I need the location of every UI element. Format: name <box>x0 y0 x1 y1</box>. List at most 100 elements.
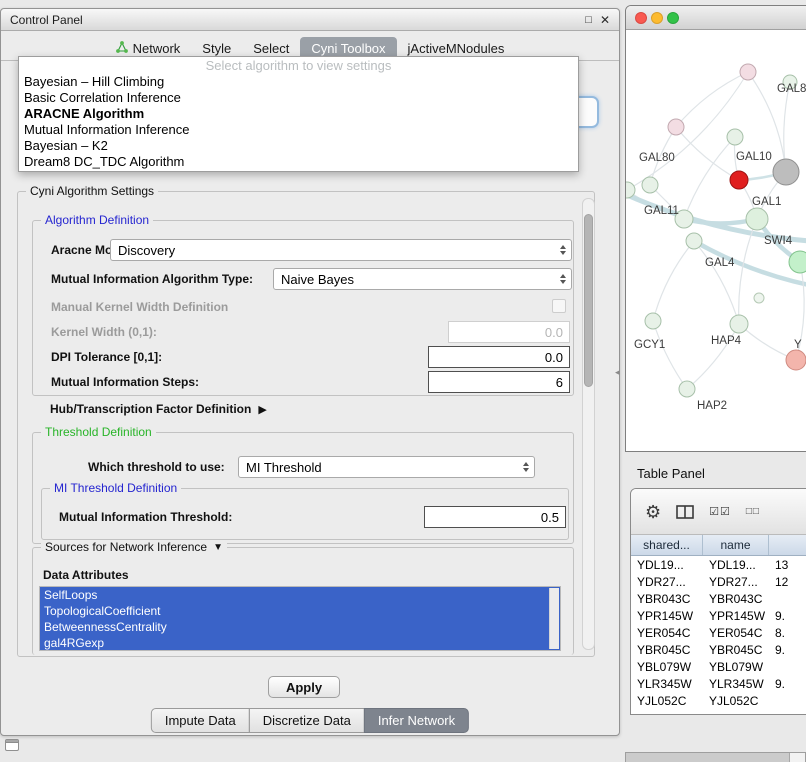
table-header-row: shared...name <box>631 535 806 556</box>
data-attribute-item[interactable]: SelfLoops <box>40 587 560 603</box>
close-window-icon[interactable]: ✕ <box>600 13 610 27</box>
settings-group-title: Cyni Algorithm Settings <box>26 184 158 198</box>
data-attribute-item[interactable]: gal4RGexp <box>40 635 560 651</box>
table-row[interactable]: YJL052CYJL052C <box>631 692 806 709</box>
table-row[interactable]: YBL079WYBL079W <box>631 658 806 675</box>
algorithm-option-mutual-information-inference[interactable]: Mutual Information Inference <box>19 122 578 138</box>
network-node[interactable] <box>668 119 684 135</box>
network-node[interactable] <box>746 208 768 230</box>
table-row[interactable]: YDR27...YDR27...12 <box>631 573 806 590</box>
table-cell: 13 <box>769 558 806 572</box>
dropdown-placeholder: Select algorithm to view settings <box>19 58 578 74</box>
expand-collapsed-icon[interactable]: ▶ <box>258 403 266 416</box>
network-node[interactable] <box>679 381 695 397</box>
mi-steps-label: Mutual Information Steps: <box>51 375 199 389</box>
table-row[interactable]: YLR345WYLR345W9. <box>631 675 806 692</box>
restore-panel-icon[interactable] <box>5 739 19 751</box>
table-cell: 9. <box>769 643 806 657</box>
network-node-label: GCY1 <box>634 339 665 351</box>
dpi-tolerance-label: DPI Tolerance [0,1]: <box>51 350 162 364</box>
network-node[interactable] <box>754 293 764 303</box>
algorithm-option-aracne-algorithm[interactable]: ARACNE Algorithm <box>19 106 578 122</box>
kernel-width-field[interactable]: 0.0 <box>448 321 570 343</box>
table-row[interactable]: YPR145WYPR145W9. <box>631 607 806 624</box>
network-node[interactable] <box>773 159 799 185</box>
list-scrollbar[interactable] <box>549 588 559 649</box>
cyni-algorithm-settings-group: Cyni Algorithm Settings Algorithm Defini… <box>17 191 595 657</box>
float-window-icon[interactable]: □ <box>585 14 592 26</box>
table-row[interactable]: YBR043CYBR043C <box>631 590 806 607</box>
table-row[interactable]: YDL19...YDL19...13 <box>631 556 806 573</box>
network-node-label: GAL1 <box>752 196 781 208</box>
mi-threshold-field[interactable]: 0.5 <box>424 506 566 528</box>
table-cell: YDL19... <box>703 558 769 572</box>
network-node[interactable] <box>645 313 661 329</box>
tab-label: Cyni Toolbox <box>311 41 385 56</box>
network-node[interactable] <box>730 315 748 333</box>
network-node[interactable] <box>730 171 748 189</box>
mi-algorithm-type-select[interactable]: Naive Bayes <box>273 268 572 290</box>
network-node[interactable] <box>786 350 806 370</box>
table-cell: YLR345W <box>703 677 769 691</box>
network-node[interactable] <box>686 233 702 249</box>
which-threshold-select[interactable]: MI Threshold <box>238 456 535 478</box>
algorithm-option-basic-correlation-inference[interactable]: Basic Correlation Inference <box>19 90 578 106</box>
hub-definition-label: Hub/Transcription Factor Definition <box>50 402 251 416</box>
data-attribute-item[interactable]: TopologicalCoefficient <box>40 603 560 619</box>
mi-threshold-group: MI Threshold Definition Mutual Informati… <box>41 488 569 540</box>
window-title: Control Panel <box>10 13 83 27</box>
mi-threshold-value: 0.5 <box>541 510 559 525</box>
network-edge <box>653 241 694 321</box>
table-cell: YER054C <box>631 626 703 640</box>
mi-steps-field[interactable]: 6 <box>428 371 570 393</box>
table-cell: YDR27... <box>631 575 703 589</box>
column-header-shared[interactable]: shared... <box>631 535 703 555</box>
network-node-label: GAL8 <box>777 83 806 95</box>
settings-scrollbar-thumb[interactable] <box>584 214 593 387</box>
gear-icon[interactable]: ⚙ <box>645 503 661 521</box>
bottom-tab-infer-network[interactable]: Infer Network <box>364 708 469 733</box>
algorithm-option-bayesian-k2[interactable]: Bayesian – K2 <box>19 138 578 154</box>
network-canvas[interactable]: GAL80GAL10GAL11GAL1SWI4GAL4GCY1HAP4HAP2G… <box>626 30 806 452</box>
column-header-extra[interactable] <box>769 535 806 555</box>
network-node[interactable] <box>727 129 743 145</box>
tab-label: Style <box>202 41 231 56</box>
network-node[interactable] <box>642 177 658 193</box>
network-graph: GAL80GAL10GAL11GAL1SWI4GAL4GCY1HAP4HAP2G… <box>626 30 806 452</box>
tab-label: Select <box>253 41 289 56</box>
settings-scrollbar[interactable] <box>582 198 595 650</box>
hide-columns-icon[interactable]: □□ <box>746 506 760 517</box>
zoom-traffic-icon[interactable] <box>667 12 679 24</box>
column-header-name[interactable]: name <box>703 535 769 555</box>
network-edge <box>784 82 790 172</box>
aracne-mode-select[interactable]: Discovery <box>110 239 572 261</box>
bottom-tab-discretize-data[interactable]: Discretize Data <box>249 708 365 733</box>
algorithm-option-dream8-dc-tdc-algorithm[interactable]: Dream8 DC_TDC Algorithm <box>19 154 578 170</box>
network-node-label: HAP2 <box>697 400 727 412</box>
hub-definition-section[interactable]: Hub/Transcription Factor Definition ▶ <box>50 402 267 416</box>
panel-splitter-handle[interactable]: ◂ <box>615 364 623 380</box>
sources-title-row[interactable]: Sources for Network Inference ▼ <box>41 540 227 554</box>
show-columns-icon[interactable]: ☑☑ <box>709 505 731 518</box>
network-node[interactable] <box>789 251 806 273</box>
expand-expanded-icon[interactable]: ▼ <box>213 542 223 553</box>
dpi-tolerance-field[interactable]: 0.0 <box>428 346 570 368</box>
data-attribute-item[interactable]: BetweennessCentrality <box>40 619 560 635</box>
manual-kernel-checkbox[interactable] <box>552 299 566 313</box>
algorithm-option-bayesian-hill-climbing[interactable]: Bayesian – Hill Climbing <box>19 74 578 90</box>
apply-button[interactable]: Apply <box>268 676 340 698</box>
columns-icon[interactable] <box>676 505 694 519</box>
bottom-tab-impute-data[interactable]: Impute Data <box>151 708 250 733</box>
which-threshold-value: MI Threshold <box>246 460 322 475</box>
network-node[interactable] <box>740 64 756 80</box>
table-row[interactable]: YER054CYER054C8. <box>631 624 806 641</box>
table-cell: YDL19... <box>631 558 703 572</box>
threshold-definition-title: Threshold Definition <box>41 425 156 439</box>
close-traffic-icon[interactable] <box>635 12 647 24</box>
table-row[interactable]: YBR045CYBR045C9. <box>631 641 806 658</box>
control-panel-titlebar[interactable]: Control Panel □ ✕ <box>1 9 619 31</box>
data-attributes-list[interactable]: SelfLoopsTopologicalCoefficientBetweenne… <box>39 586 561 651</box>
minimize-traffic-icon[interactable] <box>651 12 663 24</box>
tab-label: Network <box>133 41 181 56</box>
network-window-titlebar[interactable] <box>626 6 806 30</box>
